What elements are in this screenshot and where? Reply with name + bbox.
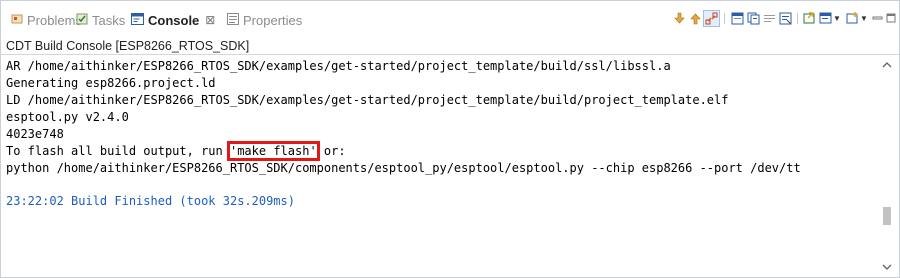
display-console-icon[interactable] [819, 12, 832, 25]
console-line: LD /home/aithinker/ESP8266_RTOS_SDK/exam… [6, 93, 729, 107]
new-console-icon[interactable] [846, 12, 859, 25]
problems-icon [11, 13, 23, 28]
view-tab-bar: Problems Tasks Console ⊠ Properties ▼ ▼ [1, 1, 899, 35]
console-line: 4023e748 [6, 127, 64, 141]
minimize-icon[interactable] [871, 12, 884, 25]
flash-prefix: To flash all build output, run [6, 144, 230, 158]
tab-label: Tasks [92, 12, 126, 28]
console-line: esptool.py v2.4.0 [6, 110, 129, 124]
word-wrap-icon[interactable] [763, 12, 776, 25]
tasks-icon [76, 13, 88, 28]
make-flash-highlight: 'make flash' [226, 141, 320, 161]
copy-icon[interactable] [747, 12, 760, 25]
console-line-flash: To flash all build output, run 'make fla… [6, 141, 871, 161]
chevron-down-icon[interactable]: ▼ [860, 12, 868, 25]
console-view: Problems Tasks Console ⊠ Properties ▼ ▼ … [0, 0, 900, 278]
close-icon[interactable]: ⊠ [205, 13, 215, 27]
tab-tasks[interactable]: Tasks [76, 10, 125, 30]
link-icon[interactable] [705, 12, 718, 25]
chevron-down-icon[interactable]: ▼ [833, 12, 841, 25]
pin-console-icon[interactable] [779, 12, 792, 25]
tab-console[interactable]: Console ⊠ [131, 10, 215, 30]
scroll-up-icon[interactable] [881, 59, 893, 71]
console-icon [131, 12, 144, 28]
properties-icon [227, 12, 239, 28]
console-line: AR /home/aithinker/ESP8266_RTOS_SDK/exam… [6, 59, 671, 73]
open-console-icon[interactable] [803, 12, 816, 25]
vertical-scrollbar[interactable] [875, 55, 899, 277]
maximize-icon[interactable] [885, 12, 898, 25]
flash-suffix: or: [316, 144, 346, 158]
toolbar-separator [797, 13, 798, 24]
console-line: Generating esp8266.project.ld [6, 76, 216, 90]
tab-label: Properties [243, 12, 303, 28]
build-finished-line: 23:22:02 Build Finished (took 32s.209ms) [6, 194, 295, 208]
scroll-lock-down-icon[interactable] [673, 12, 686, 25]
tab-label: Console [148, 12, 200, 28]
clear-console-icon[interactable] [731, 12, 744, 25]
console-title: CDT Build Console [ESP8266_RTOS_SDK] [6, 39, 250, 53]
scroll-down-icon[interactable] [881, 261, 893, 273]
console-output[interactable]: AR /home/aithinker/ESP8266_RTOS_SDK/exam… [1, 54, 899, 277]
console-line: python /home/aithinker/ESP8266_RTOS_SDK/… [6, 161, 801, 175]
scrollbar-thumb[interactable] [883, 207, 891, 225]
tab-properties[interactable]: Properties [227, 10, 302, 30]
scroll-lock-up-icon[interactable] [689, 12, 702, 25]
console-lines: AR /home/aithinker/ESP8266_RTOS_SDK/exam… [6, 58, 871, 210]
tab-label: Problems [27, 12, 82, 28]
toolbar-separator [724, 13, 725, 24]
tab-problems[interactable]: Problems [11, 10, 82, 30]
